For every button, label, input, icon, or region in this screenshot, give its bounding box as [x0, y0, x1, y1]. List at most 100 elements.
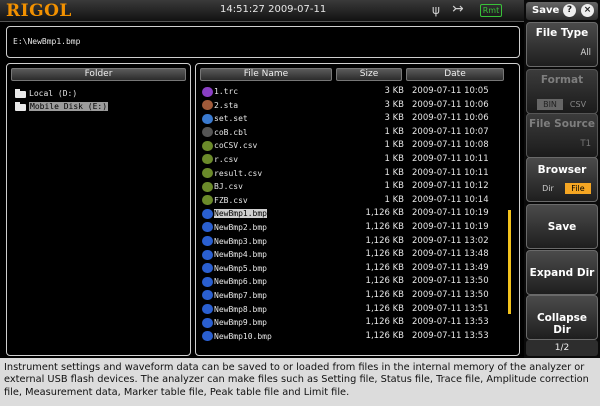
- remote-status-badge: Rmt: [480, 4, 502, 17]
- file-row[interactable]: set.set 3 KB 2009-07-11 10:06: [200, 112, 508, 126]
- file-date: 2009-07-11 10:07: [412, 126, 489, 137]
- column-header-size[interactable]: Size: [336, 68, 402, 81]
- file-source-value: T1: [580, 139, 591, 149]
- file-date: 2009-07-11 10:12: [412, 181, 489, 192]
- scrollbar[interactable]: [508, 210, 511, 314]
- column-header-date[interactable]: Date: [406, 68, 504, 81]
- file-name-label: coB.cbl: [214, 127, 248, 137]
- trc-file-icon: [202, 86, 213, 97]
- file-row[interactable]: NewBmp4.bmp 1,126 KB 2009-07-11 13:48: [200, 248, 508, 262]
- bmp-file-icon: [202, 222, 213, 233]
- browser-option-dir: Dir: [542, 184, 554, 193]
- folder-item-label: Mobile Disk (E:): [29, 102, 109, 111]
- file-date: 2009-07-11 10:19: [412, 221, 489, 232]
- file-name: NewBmp4.bmp: [202, 249, 267, 260]
- file-name: NewBmp10.bmp: [202, 331, 272, 342]
- expand-dir-button[interactable]: Expand Dir: [526, 250, 598, 295]
- file-row[interactable]: NewBmp3.bmp 1,126 KB 2009-07-11 13:02: [200, 235, 508, 249]
- close-icon[interactable]: ×: [581, 4, 594, 17]
- file-row[interactable]: NewBmp10.bmp 1,126 KB 2009-07-11 13:53: [200, 330, 508, 344]
- file-row[interactable]: coCSV.csv 1 KB 2009-07-11 10:08: [200, 139, 508, 153]
- column-header-name[interactable]: File Name: [200, 68, 332, 81]
- file-row[interactable]: NewBmp8.bmp 1,126 KB 2009-07-11 13:51: [200, 303, 508, 317]
- file-list: 1.trc 3 KB 2009-07-11 10:05 2.sta 3 KB 2009-0…: [200, 85, 508, 343]
- bmp-file-icon: [202, 304, 213, 314]
- file-row[interactable]: result.csv 1 KB 2009-07-11 10:11: [200, 167, 508, 181]
- file-name-label: r.csv: [214, 154, 239, 164]
- file-name: NewBmp9.bmp: [202, 317, 267, 328]
- file-name: NewBmp6.bmp: [202, 276, 267, 287]
- file-row[interactable]: NewBmp9.bmp 1,126 KB 2009-07-11 13:53: [200, 316, 508, 330]
- file-name: NewBmp7.bmp: [202, 290, 267, 301]
- brand-logo: RIGOL: [6, 1, 72, 21]
- file-row[interactable]: NewBmp2.bmp 1,126 KB 2009-07-11 10:19: [200, 221, 508, 235]
- bmp-file-icon: [202, 208, 213, 219]
- file-panel: File Name Size Date 1.trc 3 KB 2009-07-11 …: [195, 63, 520, 356]
- usb-probe-icon: ψ: [432, 3, 440, 17]
- format-button[interactable]: Format BIN CSV: [526, 69, 598, 114]
- file-name-label: coCSV.csv: [214, 141, 258, 151]
- set-file-icon: [202, 113, 213, 124]
- file-name-label: FZB.csv: [214, 195, 248, 205]
- drive-icon: [15, 102, 27, 111]
- csv-file-icon: [202, 181, 213, 192]
- file-row[interactable]: FZB.csv 1 KB 2009-07-11 10:14: [200, 194, 508, 208]
- file-name: set.set: [202, 113, 248, 124]
- bmp-file-icon: [202, 317, 213, 328]
- file-type-title: File Type: [535, 27, 589, 39]
- file-date: 2009-07-11 13:51: [412, 303, 489, 314]
- file-name: coB.cbl: [202, 127, 248, 138]
- file-date: 2009-07-11 13:50: [412, 289, 489, 300]
- help-icon[interactable]: ?: [563, 4, 576, 17]
- file-name-label: NewBmp4.bmp: [214, 250, 267, 260]
- soft-menu: Save ? × File Type All Format BIN CSV Fi…: [524, 0, 600, 358]
- usb-device-icon: ↣: [452, 1, 464, 17]
- collapse-dir-button[interactable]: Collapse Dir: [526, 295, 598, 340]
- file-date: 2009-07-11 10:06: [412, 113, 489, 124]
- cbl-file-icon: [202, 127, 213, 138]
- file-name-label: set.set: [214, 114, 248, 124]
- file-size: 3 KB: [384, 99, 404, 110]
- file-source-button[interactable]: File Source T1: [526, 113, 598, 158]
- save-button[interactable]: Save: [526, 204, 598, 249]
- folder-item-mobile-disk[interactable]: Mobile Disk (E:): [15, 101, 109, 113]
- file-name: BJ.csv: [202, 181, 243, 192]
- file-name-label: result.csv: [214, 168, 263, 178]
- path-field[interactable]: E:\NewBmp1.bmp: [6, 26, 520, 58]
- csv-file-icon: [202, 168, 213, 179]
- file-size: 1 KB: [384, 194, 404, 205]
- file-row[interactable]: BJ.csv 1 KB 2009-07-11 10:12: [200, 180, 508, 194]
- folder-item-local[interactable]: Local (D:): [15, 88, 77, 100]
- bmp-file-icon: [202, 331, 213, 342]
- file-name: NewBmp2.bmp: [202, 222, 267, 233]
- file-row[interactable]: 1.trc 3 KB 2009-07-11 10:05: [200, 85, 508, 99]
- file-type-button[interactable]: File Type All: [526, 22, 598, 67]
- file-size: 1 KB: [384, 167, 404, 178]
- file-row[interactable]: 2.sta 3 KB 2009-07-11 10:06: [200, 99, 508, 113]
- file-name-label: NewBmp10.bmp: [214, 331, 272, 341]
- file-name: NewBmp3.bmp: [202, 236, 267, 247]
- file-date: 2009-07-11 13:53: [412, 330, 489, 341]
- file-row[interactable]: NewBmp6.bmp 1,126 KB 2009-07-11 13:50: [200, 275, 508, 289]
- file-name: result.csv: [202, 168, 262, 179]
- file-row[interactable]: coB.cbl 1 KB 2009-07-11 10:07: [200, 126, 508, 140]
- collapse-dir-label: Collapse Dir: [536, 312, 588, 336]
- file-row[interactable]: NewBmp1.bmp 1,126 KB 2009-07-11 10:19: [200, 207, 508, 221]
- file-name-label: BJ.csv: [214, 182, 243, 192]
- file-size: 1,126 KB: [365, 330, 404, 341]
- browser-title: Browser: [537, 164, 587, 176]
- file-size: 1,126 KB: [365, 262, 404, 273]
- file-row[interactable]: NewBmp5.bmp 1,126 KB 2009-07-11 13:49: [200, 262, 508, 276]
- save-label: Save: [547, 221, 577, 233]
- file-size: 3 KB: [384, 86, 404, 96]
- format-option-csv: CSV: [569, 100, 587, 109]
- browser-button[interactable]: Browser Dir File: [526, 157, 598, 202]
- file-row[interactable]: NewBmp7.bmp 1,126 KB 2009-07-11 13:50: [200, 289, 508, 303]
- bmp-file-icon: [202, 249, 213, 260]
- page-indicator[interactable]: 1/2: [526, 340, 598, 356]
- file-size: 1,126 KB: [365, 235, 404, 246]
- file-size: 1,126 KB: [365, 249, 404, 260]
- file-row[interactable]: r.csv 1 KB 2009-07-11 10:11: [200, 153, 508, 167]
- file-size: 1,126 KB: [365, 303, 404, 314]
- file-source-title: File Source: [529, 118, 595, 130]
